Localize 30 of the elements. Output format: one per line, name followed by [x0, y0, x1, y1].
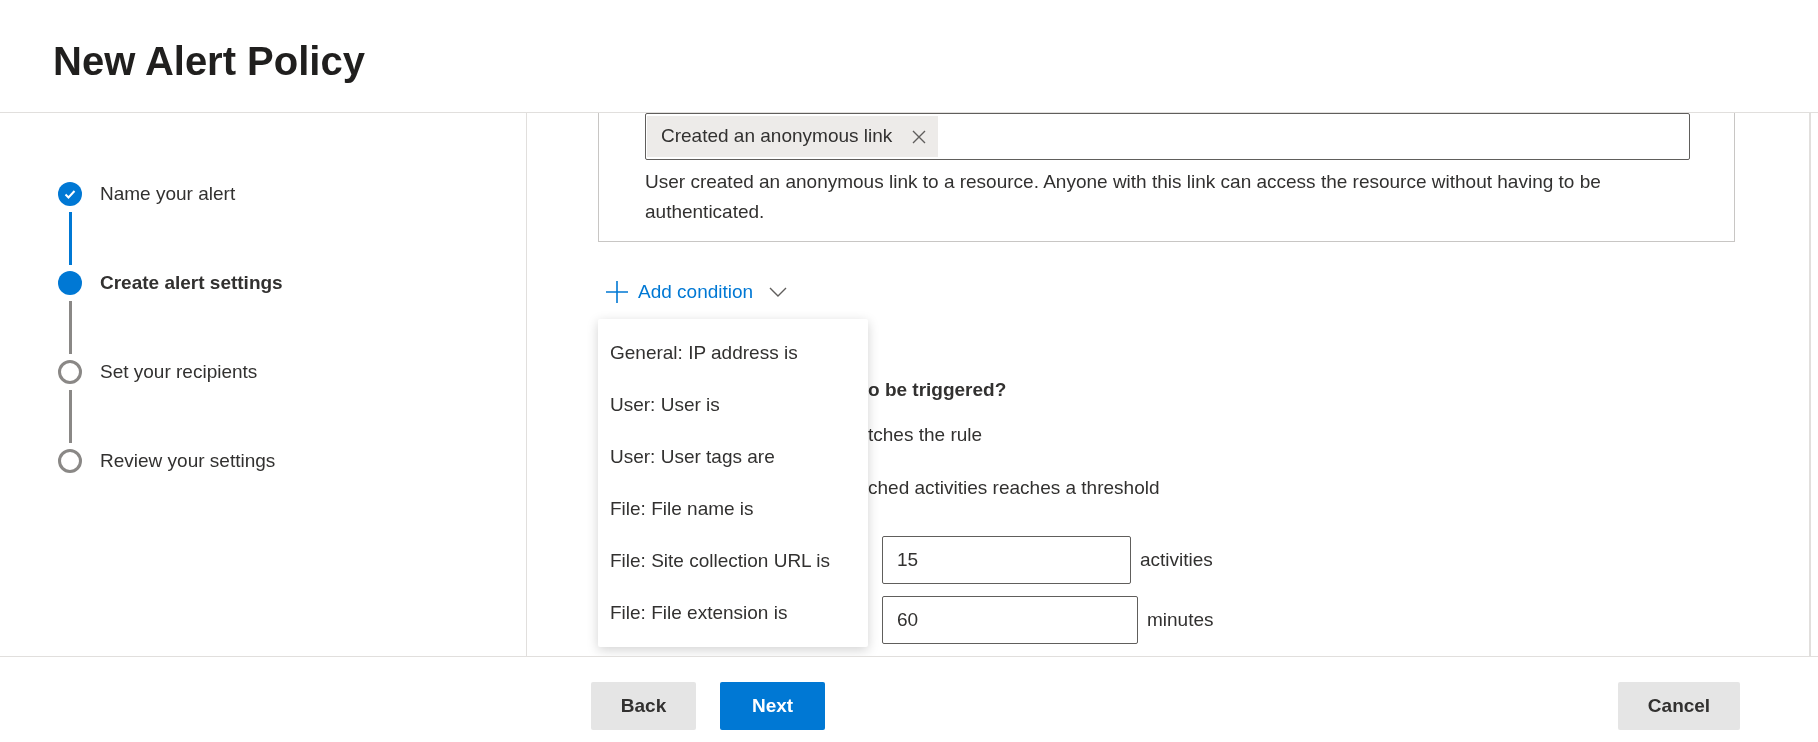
step-label: Create alert settings: [100, 270, 283, 295]
activity-description: User created an anonymous link to a resource. Anyone with this link can access the resource without having to be authenticated.: [645, 170, 1602, 224]
step-connector: [69, 301, 72, 354]
step-connector: [69, 390, 72, 443]
menu-item[interactable]: User: User tags are: [598, 431, 868, 483]
close-icon[interactable]: [912, 129, 927, 144]
step-connector: [69, 212, 72, 265]
menu-item[interactable]: File: Site collection URL is: [598, 535, 868, 587]
number-input-field[interactable]: 60: [882, 596, 1138, 644]
step-label: Name your alert: [100, 181, 236, 206]
next-button[interactable]: Next: [720, 682, 825, 730]
add-condition-button[interactable]: Add condition: [606, 272, 788, 312]
cancel-button[interactable]: Cancel: [1618, 682, 1740, 730]
menu-item[interactable]: User: User is: [598, 379, 868, 431]
back-button[interactable]: Back: [591, 682, 696, 730]
trigger-question: o be triggered?: [868, 378, 1008, 402]
option-label: ched activities reaches a threshold: [868, 476, 1161, 500]
step-label: Set your recipients: [100, 359, 258, 384]
activity-chip: Created an anonymous link: [647, 116, 939, 157]
menu-item[interactable]: General: IP address is: [598, 327, 868, 379]
number-input-field[interactable]: 15: [882, 536, 1131, 584]
menu-item[interactable]: File: File extension is: [598, 587, 868, 639]
activity-input-field[interactable]: Created an anonymous link: [645, 113, 1690, 160]
option-label: tches the rule: [868, 423, 984, 447]
unit-label: activities: [1140, 547, 1213, 572]
plus-icon: [606, 281, 628, 303]
step-label: Review your settings: [100, 448, 276, 473]
unit-label: minutes: [1147, 607, 1214, 632]
menu-item[interactable]: File: File name is: [598, 483, 868, 535]
page-title: New Alert Policy: [53, 38, 365, 85]
